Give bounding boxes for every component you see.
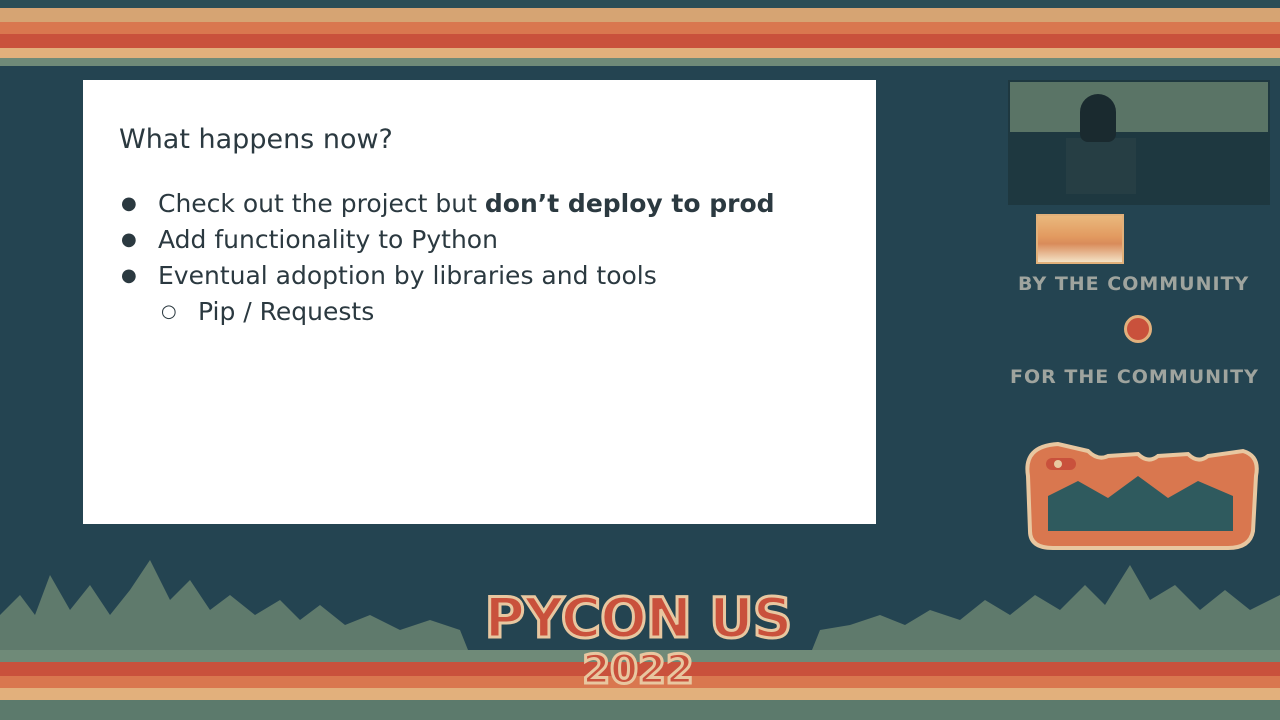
bullet-icon: ●: [121, 193, 137, 214]
bullet-icon: ●: [121, 265, 137, 286]
bullet-item: ● Add functionality to Python: [119, 222, 775, 258]
sun-dot-icon: [1124, 315, 1152, 343]
bullet-text: Add functionality to Python: [158, 225, 498, 254]
speaker-body: [1066, 138, 1136, 194]
bullet-item: ● Eventual adoption by libraries and too…: [119, 258, 775, 294]
top-stripe: [0, 22, 1280, 34]
bullet-text: Eventual adoption by libraries and tools: [158, 261, 657, 290]
snake-logo-icon: [1025, 441, 1259, 550]
top-stripe: [0, 58, 1280, 66]
webcam-backdrop: [1010, 82, 1268, 132]
presentation-slide: What happens now? ● Check out the projec…: [83, 80, 876, 524]
bullet-bold-text: don’t deploy to prod: [484, 189, 775, 218]
event-year: 2022: [581, 647, 695, 694]
for-community-label: FOR THE COMMUNITY: [1010, 366, 1259, 388]
bullet-item: ● Check out the project but don’t deploy…: [119, 186, 775, 222]
top-stripe: [0, 48, 1280, 58]
stream-frame: What happens now? ● Check out the projec…: [0, 0, 1280, 720]
top-stripe: [0, 34, 1280, 48]
speaker-head: [1080, 94, 1116, 142]
pycon-logo: PYCON US 2022: [468, 586, 808, 700]
sub-bullet-icon: ○: [161, 301, 177, 322]
top-stripe: [0, 8, 1280, 22]
by-community-label: BY THE COMMUNITY: [1018, 273, 1250, 295]
landscape-thumbnail: [1036, 214, 1124, 264]
speaker-webcam: [1008, 80, 1270, 205]
bullet-icon: ●: [121, 229, 137, 250]
bottom-stripe: [0, 700, 1280, 720]
top-stripe: [0, 0, 1280, 8]
slide-title: What happens now?: [119, 124, 393, 155]
sub-bullet-text: Pip / Requests: [198, 297, 375, 326]
bullet-text: Check out the project but: [158, 189, 485, 218]
sub-bullet-item: ○ Pip / Requests: [119, 294, 775, 330]
bullet-list: ● Check out the project but don’t deploy…: [119, 186, 775, 330]
event-name: PYCON US: [483, 586, 794, 650]
